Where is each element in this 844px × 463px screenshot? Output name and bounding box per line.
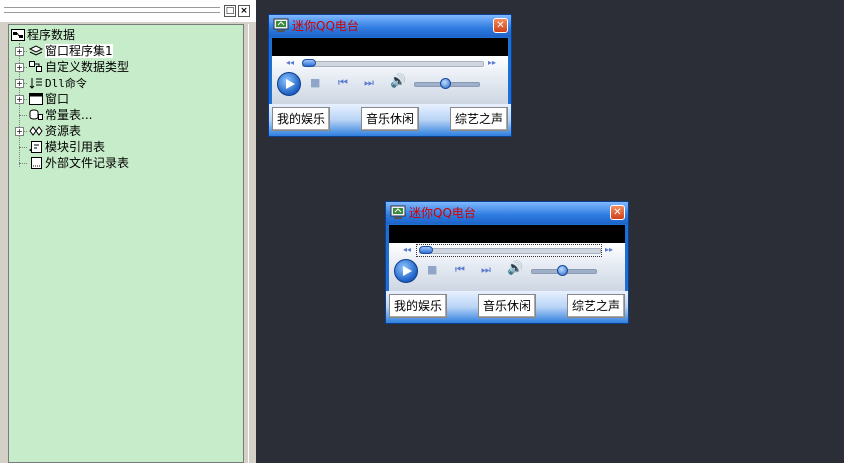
- tree-item-label: 自定义数据类型: [45, 60, 130, 74]
- external-file-icon: [29, 157, 43, 169]
- tree-item-dll-commands[interactable]: Dll命令: [29, 75, 87, 91]
- tree-item-module-refs[interactable]: 模块引用表: [29, 139, 105, 155]
- next-icon[interactable]: ⏭: [481, 264, 491, 275]
- play-button[interactable]: [277, 72, 301, 96]
- tree-item-label: 资源表: [45, 124, 82, 138]
- tree-item-external-files[interactable]: 外部文件记录表: [29, 155, 129, 171]
- stop-icon[interactable]: ■: [427, 264, 437, 275]
- expand-toggle-icon[interactable]: +: [15, 79, 24, 88]
- panel-grip[interactable]: [4, 7, 220, 13]
- expand-toggle-icon[interactable]: +: [15, 127, 24, 136]
- tree-item-label: Dll命令: [45, 77, 87, 90]
- music-leisure-button[interactable]: 音乐休闲: [478, 294, 536, 318]
- previous-icon[interactable]: ⏮: [455, 264, 465, 275]
- expand-toggle-icon[interactable]: +: [15, 63, 24, 72]
- volume-icon[interactable]: 🔊: [507, 262, 523, 275]
- program-tree[interactable]: 程序数据 + 窗口程序集1 + 自定义数据类型 + Dll命令 + 窗口 常量表…: [8, 24, 244, 463]
- stop-icon[interactable]: ■: [310, 77, 320, 88]
- qq-radio-window-1[interactable]: 迷你QQ电台 ✕ ◂◂ ▸▸ ■ ⏮ ⏭ 🔊 我的娱乐 音乐休闲 综艺之声: [268, 14, 512, 137]
- program-data-icon: [11, 29, 25, 41]
- window-icon: [29, 93, 43, 105]
- rewind-icon[interactable]: ◂◂: [403, 245, 411, 255]
- volume-icon[interactable]: 🔊: [390, 75, 406, 88]
- tree-item-label: 模块引用表: [45, 140, 106, 154]
- restore-button[interactable]: □: [224, 5, 236, 17]
- tree-root-label: 程序数据: [27, 28, 76, 42]
- tree-item-constants[interactable]: 常量表...: [29, 107, 92, 123]
- layers-icon: [28, 45, 44, 57]
- tree-item-label: 外部文件记录表: [45, 156, 130, 170]
- video-screen: [389, 225, 625, 243]
- next-icon[interactable]: ⏭: [364, 77, 374, 88]
- program-data-panel: □ × 程序数据 + 窗口程序集1 + 自定义数据类型 + Dll命令 + 窗口…: [0, 0, 256, 463]
- tree-item-window-assembly[interactable]: 窗口程序集1: [28, 43, 113, 59]
- data-type-icon: [29, 61, 43, 73]
- resources-icon: [29, 125, 43, 137]
- volume-handle[interactable]: [440, 78, 451, 89]
- variety-voice-button[interactable]: 综艺之声: [567, 294, 625, 318]
- panel-splitter[interactable]: [248, 24, 256, 463]
- tree-connector: [19, 147, 27, 148]
- fast-forward-icon[interactable]: ▸▸: [605, 245, 613, 255]
- seek-handle[interactable]: [419, 246, 433, 254]
- rewind-icon[interactable]: ◂◂: [286, 58, 294, 68]
- tree-item-windows[interactable]: 窗口: [29, 91, 69, 107]
- window-titlebar[interactable]: 迷你QQ电台 ✕: [269, 15, 511, 37]
- volume-handle[interactable]: [557, 265, 568, 276]
- channel-bar: 我的娱乐 音乐休闲 综艺之声: [269, 104, 511, 136]
- window-title: 迷你QQ电台: [292, 19, 359, 33]
- my-entertainment-button[interactable]: 我的娱乐: [272, 107, 330, 131]
- tree-connector: [19, 163, 27, 164]
- player-controls: ◂◂ ▸▸ ■ ⏮ ⏭ 🔊: [272, 56, 508, 104]
- tree-connector: [19, 115, 27, 116]
- expand-toggle-icon[interactable]: +: [15, 47, 24, 56]
- tree-item-label: 常量表...: [45, 108, 93, 122]
- channel-bar: 我的娱乐 音乐休闲 综艺之声: [386, 291, 628, 323]
- window-titlebar[interactable]: 迷你QQ电台 ✕: [386, 202, 628, 224]
- qq-radio-window-2[interactable]: 迷你QQ电台 ✕ ◂◂ ▸▸ ■ ⏮ ⏭ 🔊 我的娱乐 音乐休闲 综艺之声: [385, 201, 629, 324]
- video-screen: [272, 38, 508, 56]
- app-logo-icon: [273, 18, 289, 33]
- tree-item-label: 窗口: [45, 92, 70, 106]
- previous-icon[interactable]: ⏮: [338, 77, 348, 88]
- close-button[interactable]: ×: [238, 5, 250, 17]
- my-entertainment-button[interactable]: 我的娱乐: [389, 294, 447, 318]
- close-icon[interactable]: ✕: [493, 18, 508, 33]
- tree-connector: [19, 43, 20, 167]
- window-title: 迷你QQ电台: [409, 206, 476, 220]
- tree-item-custom-types[interactable]: 自定义数据类型: [29, 59, 129, 75]
- music-leisure-button[interactable]: 音乐休闲: [361, 107, 419, 131]
- seek-handle[interactable]: [302, 59, 316, 67]
- constants-icon: [29, 109, 43, 121]
- panel-titlebar: □ ×: [0, 0, 256, 22]
- close-icon[interactable]: ✕: [610, 205, 625, 220]
- variety-voice-button[interactable]: 综艺之声: [450, 107, 508, 131]
- module-ref-icon: [29, 141, 43, 153]
- tree-item-label: 窗口程序集1: [45, 44, 113, 58]
- player-controls: ◂◂ ▸▸ ■ ⏮ ⏭ 🔊: [389, 243, 625, 291]
- fast-forward-icon[interactable]: ▸▸: [488, 58, 496, 68]
- seek-bar[interactable]: [419, 248, 601, 254]
- app-logo-icon: [390, 205, 406, 220]
- expand-toggle-icon[interactable]: +: [15, 95, 24, 104]
- play-button[interactable]: [394, 259, 418, 283]
- dll-command-icon: [29, 77, 43, 89]
- tree-item-resources[interactable]: 资源表: [29, 123, 81, 139]
- seek-bar[interactable]: [302, 61, 484, 67]
- tree-root[interactable]: 程序数据: [11, 27, 75, 43]
